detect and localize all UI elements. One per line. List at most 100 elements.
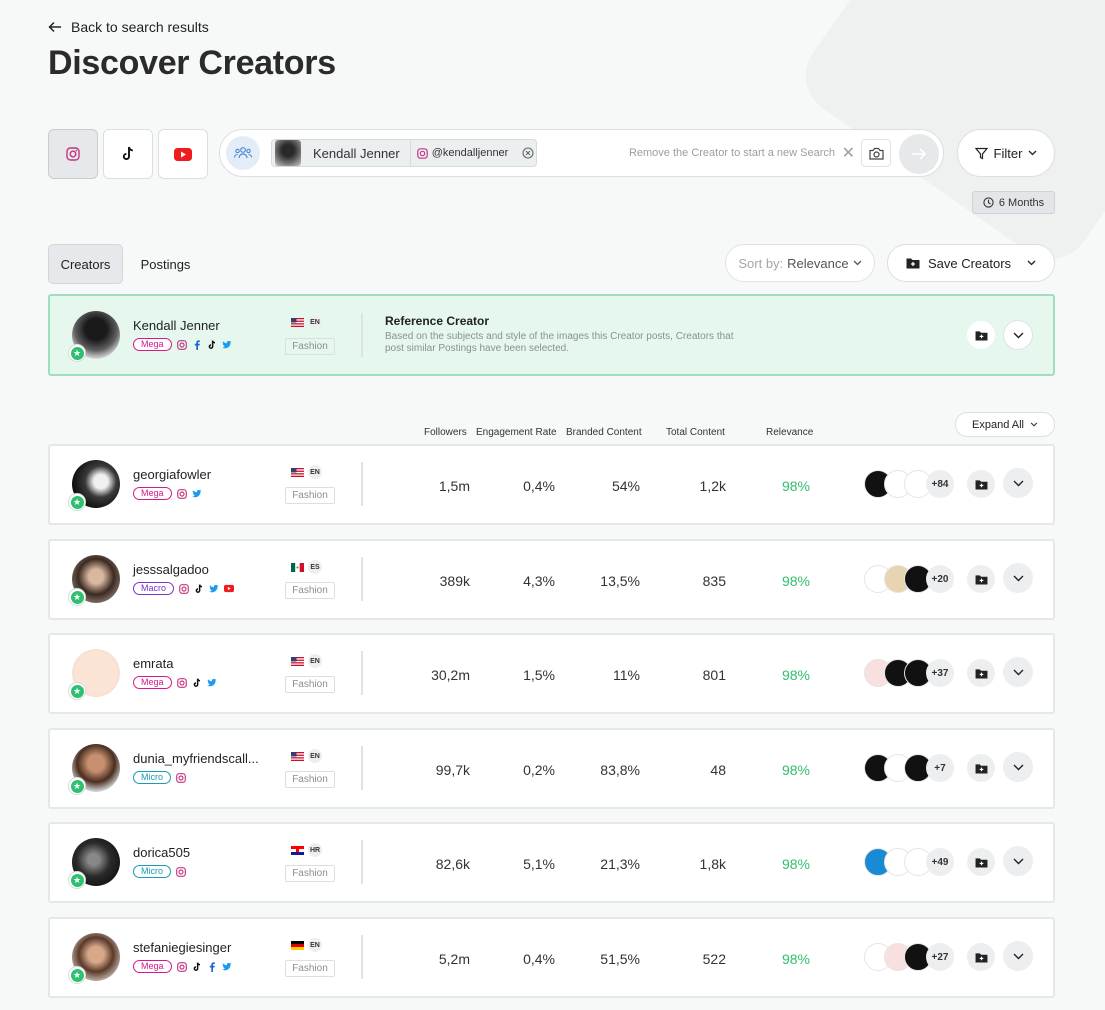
expand-all-button[interactable]: Expand All: [955, 412, 1055, 437]
instagram-icon[interactable]: [176, 677, 187, 688]
instagram-icon[interactable]: [176, 488, 187, 499]
followers-value: 99,7k: [435, 762, 470, 778]
save-to-folder-button[interactable]: [967, 659, 995, 687]
search-bar[interactable]: Kendall Jenner @kendalljenner Remove the…: [219, 129, 944, 177]
instagram-icon[interactable]: [179, 583, 189, 594]
tiktok-icon[interactable]: [192, 677, 202, 688]
save-to-folder-button[interactable]: [967, 848, 995, 876]
tab-postings[interactable]: Postings: [128, 244, 203, 284]
remove-chip-icon[interactable]: [522, 147, 534, 159]
creator-name[interactable]: Kendall Jenner: [133, 318, 220, 333]
expand-button[interactable]: [1003, 752, 1033, 782]
instagram-icon[interactable]: [176, 961, 187, 972]
tier-badge: Mega: [133, 338, 172, 351]
folder-add-icon: [975, 574, 987, 585]
category-tag: Fashion: [285, 676, 335, 693]
creator-search-chip[interactable]: Kendall Jenner @kendalljenner: [271, 139, 537, 167]
facebook-icon[interactable]: [207, 961, 217, 972]
engagement-value: 1,5%: [523, 667, 555, 683]
expand-button[interactable]: [1003, 320, 1033, 350]
country-flag-icon: [291, 940, 304, 950]
similar-creators-icon[interactable]: [226, 136, 260, 170]
chip-avatar: [275, 140, 301, 166]
instagram-icon[interactable]: [176, 866, 186, 877]
brand-logos[interactable]: +49: [864, 848, 954, 876]
creator-name[interactable]: dorica505: [133, 845, 190, 860]
column-total-content: Total Content: [666, 427, 725, 438]
star-badge-icon: ★: [68, 682, 86, 700]
platform-instagram-button[interactable]: [48, 129, 98, 179]
youtube-icon[interactable]: [224, 584, 235, 594]
tab-creators[interactable]: Creators: [48, 244, 123, 284]
twitter-icon[interactable]: [191, 489, 202, 499]
brand-logos[interactable]: +84: [864, 470, 954, 498]
brand-logos[interactable]: +7: [864, 754, 954, 782]
expand-button[interactable]: [1003, 657, 1033, 687]
instagram-icon[interactable]: [176, 772, 186, 783]
back-link[interactable]: Back to search results: [48, 19, 209, 35]
brand-logos[interactable]: +20: [864, 565, 954, 593]
save-to-folder-button[interactable]: [967, 470, 995, 498]
period-label: 6 Months: [998, 196, 1045, 209]
expand-button[interactable]: [1003, 468, 1033, 498]
creator-name[interactable]: georgiafowler: [133, 467, 211, 482]
relevance-value: 98%: [781, 951, 810, 967]
brand-logos[interactable]: +27: [864, 943, 954, 971]
country-flag-icon: [291, 562, 304, 572]
instagram-icon[interactable]: [176, 339, 187, 350]
star-badge-icon: ★: [68, 777, 86, 795]
tiktok-icon[interactable]: [192, 961, 202, 972]
creator-name[interactable]: dunia_myfriendscall...: [133, 751, 259, 766]
engagement-value: 0,4%: [523, 478, 555, 494]
expand-button[interactable]: [1003, 563, 1033, 593]
branded-value: 21,3%: [600, 856, 640, 872]
twitter-icon[interactable]: [206, 678, 217, 688]
more-brands-badge[interactable]: +20: [926, 565, 954, 593]
expand-button[interactable]: [1003, 941, 1033, 971]
twitter-icon[interactable]: [221, 962, 232, 972]
followers-value: 30,2m: [431, 667, 470, 683]
filter-button[interactable]: Filter: [957, 129, 1055, 177]
clear-search-icon[interactable]: ✕: [842, 143, 855, 163]
more-brands-badge[interactable]: +7: [926, 754, 954, 782]
followers-value: 82,6k: [435, 856, 470, 872]
us-flag-icon: [291, 317, 304, 327]
period-badge[interactable]: 6 Months: [972, 191, 1055, 214]
expand-button[interactable]: [1003, 846, 1033, 876]
creator-name[interactable]: stefaniegiesinger: [133, 940, 231, 955]
save-to-folder-button[interactable]: [967, 565, 995, 593]
save-to-folder-button[interactable]: [967, 754, 995, 782]
followers-value: 1,5m: [438, 478, 470, 494]
tiktok-icon[interactable]: [207, 339, 217, 350]
creator-name[interactable]: emrata: [133, 656, 173, 671]
more-brands-badge[interactable]: +49: [926, 848, 954, 876]
search-submit-button[interactable]: [899, 134, 939, 174]
tiktok-icon[interactable]: [194, 583, 204, 594]
chevron-down-icon: [1013, 953, 1023, 959]
column-engagement-rate: Engagement Rate: [476, 427, 557, 438]
twitter-icon[interactable]: [221, 340, 232, 350]
chevron-down-icon: [1013, 764, 1023, 770]
save-creators-button[interactable]: Save Creators: [887, 244, 1055, 282]
more-brands-badge[interactable]: +27: [926, 943, 954, 971]
facebook-icon[interactable]: [192, 339, 202, 350]
platform-youtube-button[interactable]: [158, 129, 208, 179]
more-brands-badge[interactable]: +37: [926, 659, 954, 687]
save-to-folder-button[interactable]: [967, 943, 995, 971]
image-search-button[interactable]: [861, 139, 891, 167]
relevance-value: 98%: [781, 478, 810, 494]
relevance-value: 98%: [781, 667, 810, 683]
creator-name[interactable]: jesssalgadoo: [133, 562, 209, 577]
total-content-value: 522: [702, 951, 726, 967]
sort-dropdown[interactable]: Sort by: Relevance: [725, 244, 875, 282]
chevron-down-icon: [1013, 858, 1023, 864]
platform-tiktok-button[interactable]: [103, 129, 153, 179]
engagement-value: 0,4%: [523, 951, 555, 967]
chevron-down-icon: [853, 260, 862, 266]
brand-logos[interactable]: +37: [864, 659, 954, 687]
save-to-folder-button[interactable]: [967, 321, 995, 349]
star-badge-icon: ★: [68, 493, 86, 511]
twitter-icon[interactable]: [209, 584, 219, 594]
arrow-left-icon: [48, 21, 61, 33]
more-brands-badge[interactable]: +84: [926, 470, 954, 498]
